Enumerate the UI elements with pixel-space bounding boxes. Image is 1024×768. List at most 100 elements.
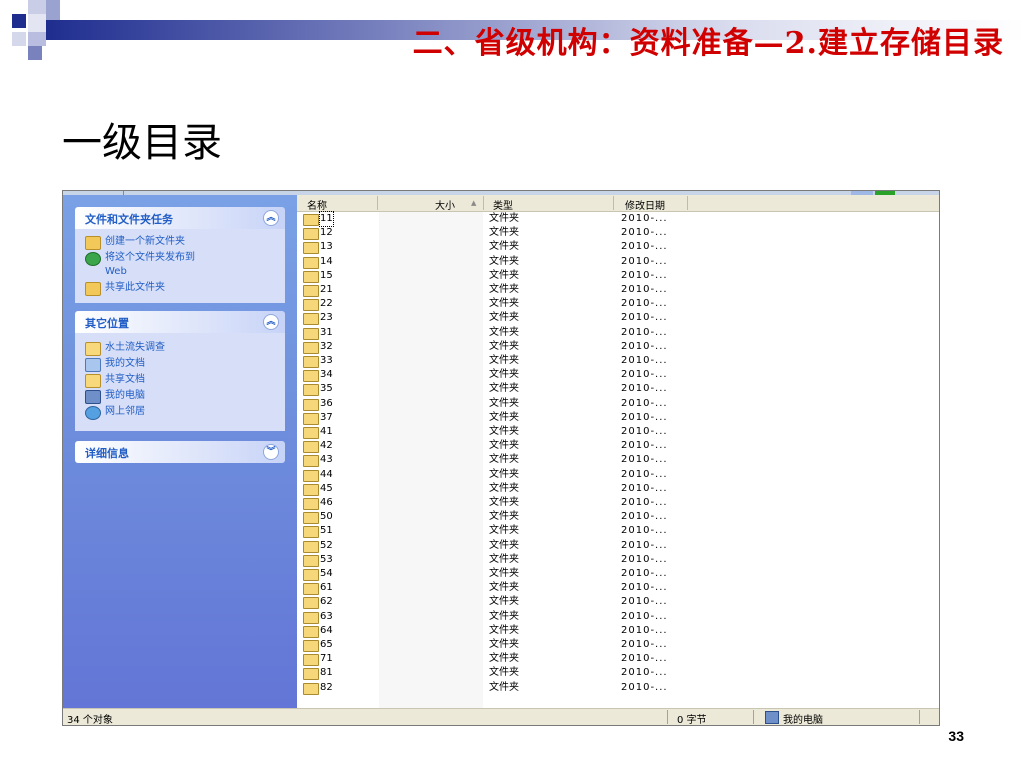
table-row[interactable]: 64 文件夹 2010-... bbox=[297, 624, 939, 638]
decor-square bbox=[12, 32, 26, 46]
task-publish-web[interactable]: 将这个文件夹发布到 Web bbox=[75, 251, 285, 281]
column-divider[interactable] bbox=[483, 196, 484, 210]
table-row[interactable]: 71 文件夹 2010-... bbox=[297, 652, 939, 667]
status-object-count: 34 个对象 bbox=[67, 715, 113, 726]
file-date: 2010-... bbox=[621, 369, 668, 381]
explorer-window: 文件和文件夹任务 ︽ 创建一个新文件夹 将这个文件夹发布到 Web 共享此文件夹 bbox=[62, 190, 940, 726]
table-row[interactable]: 41 文件夹 2010-... bbox=[297, 425, 939, 439]
table-row[interactable]: 13 文件夹 2010-... bbox=[297, 240, 939, 255]
table-row[interactable]: 33 文件夹 2010-... bbox=[297, 354, 939, 368]
file-date: 2010-... bbox=[621, 326, 668, 338]
folder-icon bbox=[303, 384, 319, 397]
file-name: 31 bbox=[320, 326, 333, 338]
decor-square bbox=[12, 14, 26, 28]
panel-other-places-header[interactable]: 其它位置 ︽ bbox=[75, 311, 285, 333]
table-row[interactable]: 42 文件夹 2010-... bbox=[297, 439, 939, 454]
table-row[interactable]: 12 文件夹 2010-... bbox=[297, 226, 939, 241]
table-row[interactable]: 35 文件夹 2010-... bbox=[297, 382, 939, 397]
panel-file-tasks-body: 创建一个新文件夹 将这个文件夹发布到 Web 共享此文件夹 bbox=[75, 229, 285, 303]
panel-file-tasks-header[interactable]: 文件和文件夹任务 ︽ bbox=[75, 207, 285, 229]
file-type: 文件夹 bbox=[489, 596, 519, 608]
file-type: 文件夹 bbox=[489, 284, 519, 295]
folder-icon bbox=[303, 356, 319, 368]
status-location: 我的电脑 bbox=[783, 715, 823, 726]
column-type[interactable]: 类型 bbox=[493, 197, 513, 212]
table-row[interactable]: 45 文件夹 2010-... bbox=[297, 482, 939, 496]
file-date: 2010-... bbox=[621, 596, 668, 608]
table-row[interactable]: 54 文件夹 2010-... bbox=[297, 567, 939, 581]
file-name: 37 bbox=[320, 411, 333, 423]
panel-details-header[interactable]: 详细信息 ︾ bbox=[75, 441, 285, 463]
status-size: 0 字节 bbox=[677, 715, 707, 726]
table-row[interactable]: 52 文件夹 2010-... bbox=[297, 539, 939, 553]
file-type: 文件夹 bbox=[489, 411, 519, 423]
file-date: 2010-... bbox=[621, 568, 668, 579]
column-divider[interactable] bbox=[687, 196, 688, 210]
table-row[interactable]: 31 文件夹 2010-... bbox=[297, 326, 939, 340]
table-row[interactable]: 81 文件夹 2010-... bbox=[297, 666, 939, 681]
decor-square bbox=[46, 0, 60, 20]
collapse-icon[interactable]: ︽ bbox=[263, 210, 279, 226]
table-row[interactable]: 11 文件夹 2010-... bbox=[297, 211, 939, 227]
file-date: 2010-... bbox=[621, 284, 668, 295]
place-shared-documents[interactable]: 共享文档 bbox=[75, 373, 285, 389]
panel-file-tasks: 文件和文件夹任务 ︽ 创建一个新文件夹 将这个文件夹发布到 Web 共享此文件夹 bbox=[75, 207, 285, 303]
table-row[interactable]: 46 文件夹 2010-... bbox=[297, 496, 939, 510]
page-number: 33 bbox=[948, 728, 964, 744]
place-soil-survey[interactable]: 水土流失调查 bbox=[75, 341, 285, 357]
table-row[interactable]: 23 文件夹 2010-... bbox=[297, 311, 939, 326]
file-name: 63 bbox=[320, 610, 333, 622]
collapse-icon[interactable]: ︽ bbox=[263, 314, 279, 330]
table-row[interactable]: 62 文件夹 2010-... bbox=[297, 595, 939, 610]
slide-subtitle: 一级目录 bbox=[62, 120, 222, 166]
file-name: 45 bbox=[320, 482, 333, 494]
folder-icon bbox=[303, 441, 319, 454]
place-my-computer[interactable]: 我的电脑 bbox=[75, 389, 285, 405]
file-name: 65 bbox=[320, 639, 333, 650]
place-label: 我的电脑 bbox=[105, 390, 145, 401]
table-row[interactable]: 82 文件夹 2010-... bbox=[297, 681, 939, 695]
table-row[interactable]: 50 文件夹 2010-... bbox=[297, 510, 939, 525]
file-type: 文件夹 bbox=[489, 326, 519, 338]
network-places-icon bbox=[85, 406, 101, 420]
place-network[interactable]: 网上邻居 bbox=[75, 405, 285, 421]
sort-arrow-icon: ▲ bbox=[471, 199, 477, 207]
table-row[interactable]: 65 文件夹 2010-... bbox=[297, 638, 939, 652]
file-date: 2010-... bbox=[621, 482, 668, 494]
table-row[interactable]: 53 文件夹 2010-... bbox=[297, 553, 939, 567]
file-date: 2010-... bbox=[621, 497, 668, 508]
file-type: 文件夹 bbox=[489, 553, 519, 565]
table-row[interactable]: 51 文件夹 2010-... bbox=[297, 524, 939, 539]
table-row[interactable]: 34 文件夹 2010-... bbox=[297, 368, 939, 383]
file-date: 2010-... bbox=[621, 454, 668, 466]
shared-documents-icon bbox=[85, 374, 101, 388]
column-size[interactable]: 大小 bbox=[435, 197, 455, 212]
column-divider[interactable] bbox=[613, 196, 614, 210]
table-row[interactable]: 14 文件夹 2010-... bbox=[297, 255, 939, 269]
table-row[interactable]: 44 文件夹 2010-... bbox=[297, 468, 939, 482]
table-row[interactable]: 37 文件夹 2010-... bbox=[297, 411, 939, 425]
expand-icon[interactable]: ︾ bbox=[263, 444, 279, 460]
task-new-folder[interactable]: 创建一个新文件夹 bbox=[75, 235, 285, 251]
folder-icon bbox=[303, 256, 319, 269]
file-date: 2010-... bbox=[621, 269, 668, 281]
folder-icon bbox=[303, 214, 319, 226]
table-row[interactable]: 36 文件夹 2010-... bbox=[297, 397, 939, 411]
place-my-documents[interactable]: 我的文档 bbox=[75, 357, 285, 373]
file-type: 文件夹 bbox=[489, 525, 519, 537]
table-row[interactable]: 61 文件夹 2010-... bbox=[297, 581, 939, 596]
table-row[interactable]: 63 文件夹 2010-... bbox=[297, 610, 939, 624]
column-name[interactable]: 名称 bbox=[307, 197, 327, 212]
table-row[interactable]: 15 文件夹 2010-... bbox=[297, 269, 939, 283]
column-divider[interactable] bbox=[377, 196, 378, 210]
table-row[interactable]: 32 文件夹 2010-... bbox=[297, 340, 939, 354]
task-share-folder[interactable]: 共享此文件夹 bbox=[75, 281, 285, 297]
file-type: 文件夹 bbox=[489, 653, 519, 665]
table-row[interactable]: 21 文件夹 2010-... bbox=[297, 283, 939, 297]
folder-icon bbox=[303, 583, 319, 596]
table-row[interactable]: 43 文件夹 2010-... bbox=[297, 453, 939, 468]
file-type: 文件夹 bbox=[489, 269, 519, 281]
column-modified[interactable]: 修改日期 bbox=[625, 197, 665, 212]
table-row[interactable]: 22 文件夹 2010-... bbox=[297, 297, 939, 312]
file-name: 61 bbox=[320, 582, 333, 594]
